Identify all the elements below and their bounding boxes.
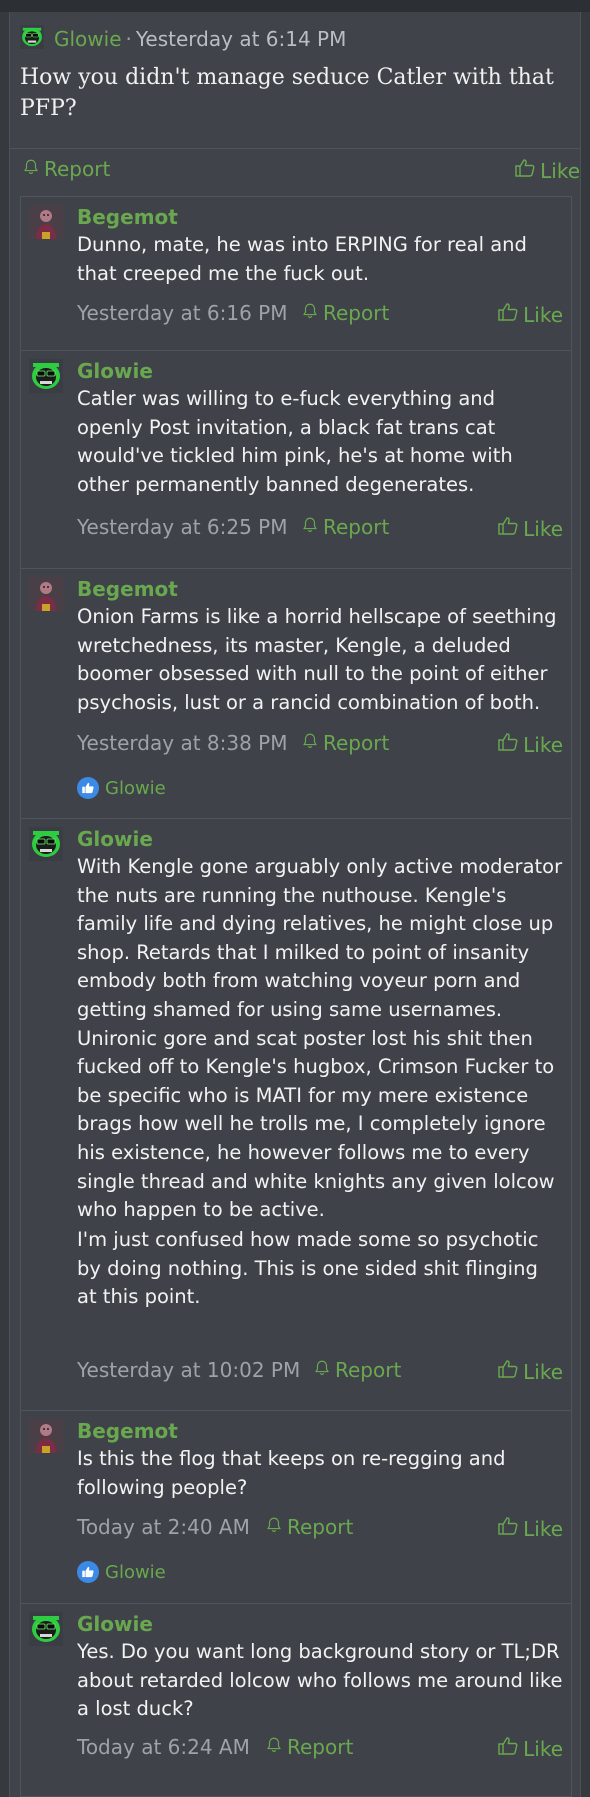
like-button[interactable]: Like: [514, 157, 580, 184]
bell-icon: [265, 1515, 287, 1539]
glowie-avatar-icon[interactable]: [20, 25, 44, 54]
begemot-avatar-icon[interactable]: [29, 1419, 63, 1457]
comment: Glowie Catler was willing to e-fuck ever…: [21, 351, 571, 569]
report-button[interactable]: Report: [301, 731, 389, 755]
reaction-list[interactable]: Glowie: [77, 1561, 166, 1583]
reaction-user[interactable]: Glowie: [105, 778, 166, 799]
like-label: Like: [523, 1736, 563, 1761]
thumbs-up-icon: [497, 731, 523, 758]
main-post-body: How you didn't manage seduce Catler with…: [20, 65, 554, 121]
comment-body: With Kengle gone arguably only active mo…: [77, 855, 563, 1222]
like-label: Like: [523, 1359, 563, 1384]
comment-timestamp[interactable]: Today at 2:40 AM: [77, 1515, 250, 1539]
bell-icon: [265, 1735, 287, 1759]
comment-timestamp[interactable]: Yesterday at 10:02 PM: [77, 1358, 300, 1382]
bell-icon: [301, 301, 323, 325]
comment-timestamp[interactable]: Yesterday at 6:25 PM: [77, 515, 288, 539]
like-button[interactable]: Like: [497, 1515, 563, 1542]
like-button[interactable]: Like: [497, 1358, 563, 1385]
thumbs-up-icon: [497, 1735, 523, 1762]
report-label: Report: [323, 731, 390, 755]
comment-timestamp[interactable]: Yesterday at 6:16 PM: [77, 301, 288, 325]
like-button[interactable]: Like: [497, 515, 563, 542]
comment-timestamp[interactable]: Yesterday at 8:38 PM: [77, 731, 288, 755]
comment: Begemot Is this the flog that keeps on r…: [21, 1411, 571, 1604]
like-reaction-icon: [77, 777, 99, 799]
comment-body: Yes. Do you want long background story o…: [77, 1640, 563, 1721]
report-button[interactable]: Report: [301, 515, 389, 539]
report-label: Report: [335, 1358, 402, 1382]
bell-icon: [313, 1358, 335, 1382]
thumbs-up-icon: [514, 157, 540, 184]
comment-author[interactable]: Begemot: [77, 205, 178, 229]
like-reaction-icon: [77, 1561, 99, 1583]
bell-icon: [301, 515, 323, 539]
like-button[interactable]: Like: [497, 731, 563, 758]
comment-author[interactable]: Begemot: [77, 577, 178, 601]
report-button[interactable]: Report: [265, 1515, 353, 1539]
report-button[interactable]: Report: [301, 301, 389, 325]
begemot-avatar-icon[interactable]: [29, 205, 63, 243]
reaction-user[interactable]: Glowie: [105, 1562, 166, 1583]
glowie-avatar-icon[interactable]: [29, 359, 63, 397]
thumbs-up-icon: [497, 515, 523, 542]
comment: Begemot Dunno, mate, he was into ERPING …: [21, 197, 571, 351]
comment-author[interactable]: Begemot: [77, 1419, 178, 1443]
glowie-avatar-icon[interactable]: [29, 827, 63, 865]
main-post-actions: Report Like: [10, 148, 580, 192]
report-label: Report: [323, 301, 390, 325]
like-label: Like: [540, 158, 580, 183]
report-button[interactable]: Report: [265, 1735, 353, 1759]
reaction-list[interactable]: Glowie: [77, 777, 166, 799]
like-label: Like: [523, 516, 563, 541]
comment-author[interactable]: Glowie: [77, 359, 153, 383]
thumbs-up-icon: [497, 301, 523, 328]
thumbs-up-icon: [497, 1515, 523, 1542]
main-post-timestamp[interactable]: Yesterday at 6:14 PM: [136, 27, 347, 51]
like-label: Like: [523, 1516, 563, 1541]
comment-body: Is this the flog that keeps on re-reggin…: [77, 1447, 506, 1499]
main-post: Glowie · Yesterday at 6:14 PM How you di…: [9, 12, 581, 1797]
comment: Glowie With Kengle gone arguably only ac…: [21, 819, 571, 1411]
comment: Begemot Onion Farms is like a horrid hel…: [21, 569, 571, 819]
comment-body: Onion Farms is like a horrid hellscape o…: [77, 605, 557, 714]
like-button[interactable]: Like: [497, 301, 563, 328]
report-label: Report: [44, 157, 111, 181]
comment-body: Dunno, mate, he was into ERPING for real…: [77, 233, 527, 285]
comment-body: Catler was willing to e-fuck everything …: [77, 387, 513, 496]
comment-author[interactable]: Glowie: [77, 827, 153, 851]
like-label: Like: [523, 732, 563, 757]
begemot-avatar-icon[interactable]: [29, 577, 63, 615]
main-post-author[interactable]: Glowie: [54, 27, 122, 51]
comment-list: Begemot Dunno, mate, he was into ERPING …: [20, 196, 572, 1797]
comment-body-paragraph-2: I'm just confused how made some so psych…: [77, 1228, 539, 1309]
report-label: Report: [287, 1515, 354, 1539]
separator: ·: [125, 27, 132, 51]
bell-icon: [301, 731, 323, 755]
report-button[interactable]: Report: [313, 1358, 401, 1382]
report-button[interactable]: Report: [22, 157, 110, 181]
bell-icon: [22, 157, 44, 181]
like-label: Like: [523, 302, 563, 327]
comment-timestamp[interactable]: Today at 6:24 AM: [77, 1735, 250, 1759]
thumbs-up-icon: [497, 1358, 523, 1385]
like-button[interactable]: Like: [497, 1735, 563, 1762]
comment-author[interactable]: Glowie: [77, 1612, 153, 1636]
report-label: Report: [323, 515, 390, 539]
top-band: [0, 0, 590, 12]
glowie-avatar-icon[interactable]: [29, 1612, 63, 1650]
main-post-header: Glowie · Yesterday at 6:14 PM: [20, 24, 346, 54]
comment: Glowie Yes. Do you want long background …: [21, 1604, 571, 1796]
report-label: Report: [287, 1735, 354, 1759]
